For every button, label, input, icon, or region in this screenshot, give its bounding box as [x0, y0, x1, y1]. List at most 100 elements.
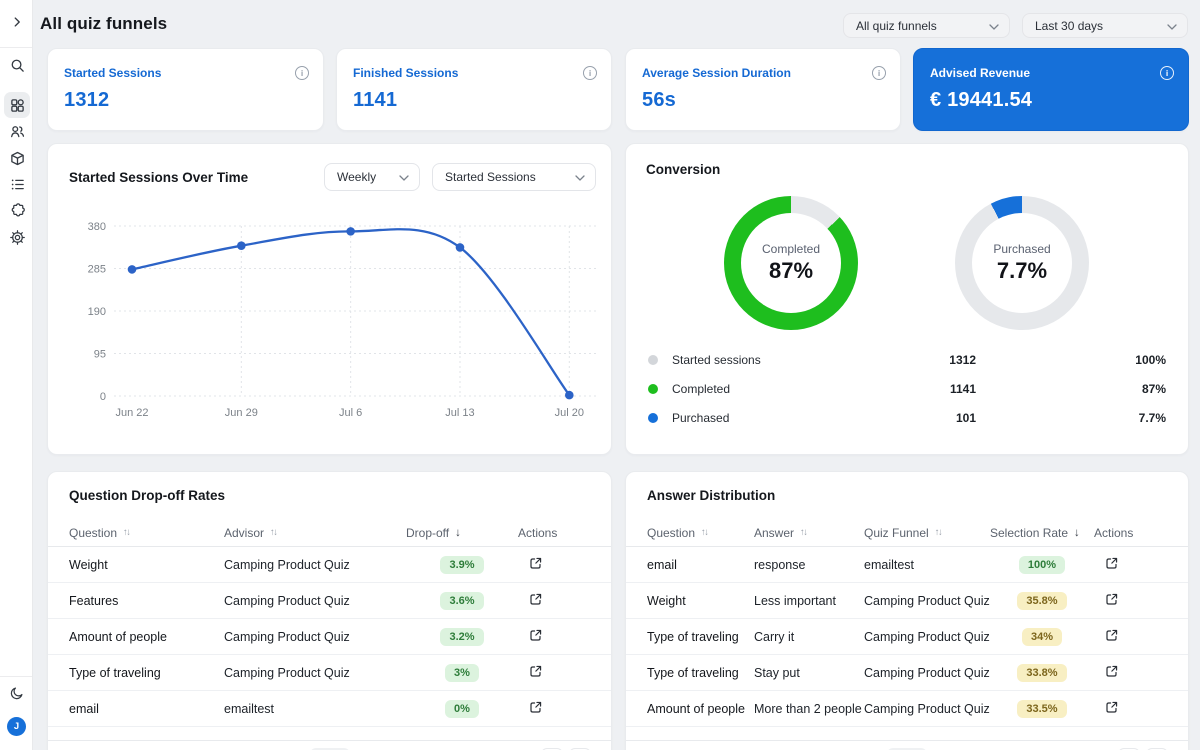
conversion-legend: Started sessions1312100%Completed114187%… — [626, 345, 1188, 432]
legend-percentage: 100% — [976, 353, 1166, 367]
column-label: Question — [69, 526, 117, 540]
open-external-button[interactable] — [526, 626, 545, 648]
rate-badge: 0% — [445, 700, 479, 718]
y-axis-tick: 285 — [88, 264, 106, 276]
cell-answer: Less important — [754, 594, 864, 608]
legend-count: 101 — [846, 411, 976, 425]
chart-title: Started Sessions Over Time — [69, 170, 248, 185]
metric-dropdown[interactable]: Started Sessions — [432, 163, 596, 191]
cell-question: Type of traveling — [647, 630, 754, 644]
data-point[interactable] — [456, 243, 465, 252]
cell-answer: Stay put — [754, 666, 864, 680]
cell-answer: response — [754, 558, 864, 572]
column-header-question[interactable]: Question↑↓ — [647, 526, 754, 540]
rate-badge: 3.2% — [440, 628, 483, 646]
x-axis-tick: Jul 20 — [555, 407, 584, 419]
cell-actions — [1094, 554, 1167, 576]
info-icon[interactable]: i — [1160, 66, 1174, 80]
search-icon — [10, 58, 25, 73]
chevron-down-icon — [989, 19, 999, 33]
cell-funnel: Camping Product Quiz — [864, 666, 990, 680]
data-point[interactable] — [346, 227, 355, 236]
cell-question: Features — [69, 594, 224, 608]
cell-answer: More than 2 people — [754, 702, 864, 716]
question-dropoff-card: Question Drop-off Rates Question↑↓Adviso… — [47, 471, 612, 750]
rate-badge: 33.5% — [1017, 700, 1066, 718]
table-row: Amount of peopleMore than 2 peopleCampin… — [626, 691, 1188, 727]
table-header: Question↑↓Answer↑↓Quiz Funnel↑↓Selection… — [626, 519, 1188, 547]
legend-count: 1312 — [846, 353, 976, 367]
x-axis-tick: Jun 29 — [225, 407, 258, 419]
cell-question: Amount of people — [647, 702, 754, 716]
legend-label: Started sessions — [672, 353, 846, 367]
interval-value: Weekly — [337, 170, 376, 184]
sidebar-item-integrations[interactable] — [4, 197, 30, 223]
stat-label: Advised Revenue — [930, 66, 1030, 80]
open-external-button[interactable] — [1102, 590, 1121, 612]
conversion-card: Conversion Completed 87% Purchased 7.7% … — [625, 143, 1189, 455]
donut-center: Purchased 7.7% — [972, 213, 1072, 313]
interval-dropdown[interactable]: Weekly — [324, 163, 420, 191]
chevron-down-icon — [1167, 19, 1177, 33]
data-point[interactable] — [237, 241, 246, 250]
legend-dot — [648, 384, 658, 394]
sidebar-item-products[interactable] — [4, 145, 30, 171]
open-external-button[interactable] — [526, 698, 545, 720]
donut-label: Purchased — [993, 242, 1050, 256]
open-external-button[interactable] — [526, 554, 545, 576]
open-external-button[interactable] — [526, 662, 545, 684]
open-external-button[interactable] — [1102, 554, 1121, 576]
user-avatar[interactable]: J — [7, 717, 26, 736]
sidebar-item-settings[interactable] — [4, 224, 30, 250]
sort-icon: ↑↓ — [800, 527, 807, 538]
sidebar-expand-button[interactable] — [4, 9, 30, 35]
funnel-filter-value: All quiz funnels — [856, 19, 937, 33]
cell-actions — [1094, 626, 1167, 648]
chevron-right-icon — [10, 15, 24, 29]
data-point[interactable] — [565, 391, 574, 400]
external-link-icon — [528, 556, 543, 574]
cell-rate: 34% — [990, 628, 1094, 646]
sidebar-item-lists[interactable] — [4, 171, 30, 197]
cell-dropoff: 3.9% — [406, 556, 518, 574]
open-external-button[interactable] — [1102, 626, 1121, 648]
sidebar-item-search[interactable] — [4, 52, 30, 78]
sort-desc-icon: ↓ — [1074, 527, 1080, 539]
column-header-quiz-funnel[interactable]: Quiz Funnel↑↓ — [864, 526, 990, 540]
column-header-answer[interactable]: Answer ↑↓ — [754, 526, 864, 540]
dark-mode-toggle[interactable] — [4, 680, 30, 706]
legend-row: Started sessions1312100% — [626, 345, 1188, 374]
open-external-button[interactable] — [1102, 662, 1121, 684]
date-range-dropdown[interactable]: Last 30 days — [1022, 13, 1188, 38]
info-icon[interactable]: i — [583, 66, 597, 80]
purchased-donut-chart: Purchased 7.7% — [955, 196, 1089, 330]
sessions-over-time-card: Started Sessions Over Time Weekly Starte… — [47, 143, 612, 455]
cell-actions — [1094, 662, 1167, 684]
sidebar-item-customers[interactable] — [4, 118, 30, 144]
cell-question: Weight — [647, 594, 754, 608]
funnel-filter-dropdown[interactable]: All quiz funnels — [843, 13, 1010, 38]
column-header-drop-off[interactable]: Drop-off↓ — [406, 526, 518, 540]
data-point[interactable] — [128, 265, 137, 274]
column-header-advisor[interactable]: Advisor↑↓ — [224, 526, 406, 540]
info-icon[interactable]: i — [295, 66, 309, 80]
column-header-selection-rate[interactable]: Selection Rate↓ — [990, 526, 1094, 540]
sidebar-item-dashboard[interactable] — [4, 92, 30, 118]
column-label: Answer — [754, 526, 794, 540]
column-header-question[interactable]: Question↑↓ — [69, 526, 224, 540]
cell-rate: 33.8% — [990, 664, 1094, 682]
table-row: Type of travelingCamping Product Quiz3% — [48, 655, 611, 691]
sort-icon: ↑↓ — [935, 527, 942, 538]
dropoff-table-title: Question Drop-off Rates — [69, 488, 225, 503]
sidebar-divider — [0, 47, 32, 48]
table-body: WeightCamping Product Quiz3.9%FeaturesCa… — [48, 547, 611, 727]
puzzle-icon — [10, 203, 25, 218]
x-axis-tick: Jun 22 — [115, 407, 148, 419]
donut-center: Completed 87% — [741, 213, 841, 313]
open-external-button[interactable] — [526, 590, 545, 612]
rate-badge: 3.9% — [440, 556, 483, 574]
open-external-button[interactable] — [1102, 698, 1121, 720]
table-row: WeightLess importantCamping Product Quiz… — [626, 583, 1188, 619]
legend-percentage: 87% — [976, 382, 1166, 396]
info-icon[interactable]: i — [872, 66, 886, 80]
